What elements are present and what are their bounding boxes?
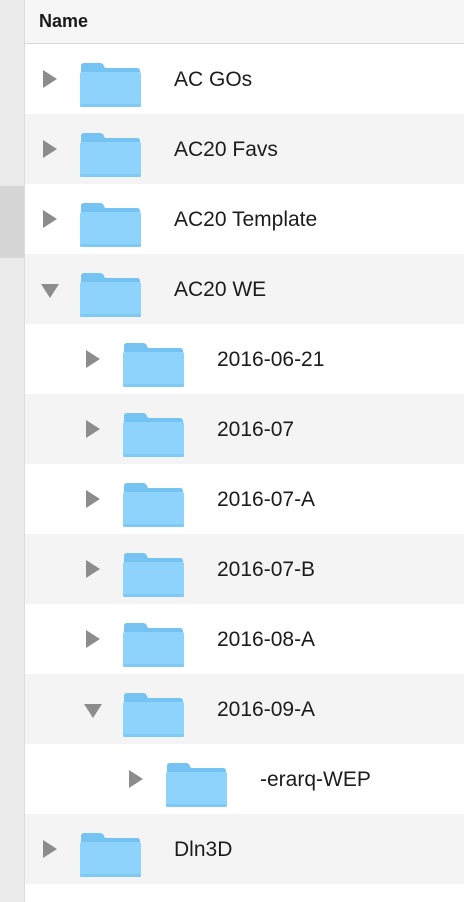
folder-row[interactable]: AC GOs (25, 44, 464, 114)
folder-name: 2016-08-A (217, 628, 316, 651)
disclosure-triangle-right-icon[interactable] (43, 840, 57, 858)
sidebar-scroll-thumb[interactable] (0, 186, 24, 258)
disclosure-triangle-right-icon[interactable] (86, 560, 100, 578)
folder-name: -erarq-WEP (260, 768, 371, 791)
folder-name: AC20 Favs (174, 138, 278, 161)
folder-name: Dln3D (174, 838, 233, 861)
folder-icon (122, 550, 184, 598)
disclosure-triangle-down-icon[interactable] (84, 704, 102, 718)
folder-row[interactable]: 2016-08-A (25, 604, 464, 674)
folder-row[interactable]: Dln3D (25, 814, 464, 884)
disclosure-triangle-right-icon[interactable] (43, 210, 57, 228)
disclosure-triangle-right-icon[interactable] (86, 490, 100, 508)
column-header-label: Name (39, 11, 89, 31)
folder-name: AC20 Template (174, 208, 318, 231)
folder-row[interactable]: 2016-07 (25, 394, 464, 464)
file-list: AC GOs AC20 Favs AC20 Template AC20 WE 2016-… (25, 44, 464, 884)
folder-icon (79, 60, 141, 108)
folder-icon (122, 340, 184, 388)
sidebar-edge (0, 0, 25, 902)
folder-icon (122, 620, 184, 668)
folder-row[interactable]: 2016-07-B (25, 534, 464, 604)
folder-row[interactable]: -erarq-WEP (25, 744, 464, 814)
folder-name: 2016-09-A (217, 698, 316, 721)
folder-name: AC20 WE (174, 278, 267, 301)
folder-icon (79, 830, 141, 878)
folder-icon (79, 200, 141, 248)
disclosure-triangle-right-icon[interactable] (86, 420, 100, 438)
folder-name: 2016-07 (217, 418, 295, 441)
folder-icon (165, 760, 227, 808)
folder-row[interactable]: AC20 WE (25, 254, 464, 324)
folder-icon (122, 410, 184, 458)
folder-icon (79, 270, 141, 318)
folder-row[interactable]: AC20 Template (25, 184, 464, 254)
folder-icon (122, 690, 184, 738)
folder-name: 2016-06-21 (217, 348, 325, 371)
disclosure-triangle-right-icon[interactable] (86, 630, 100, 648)
folder-name: 2016-07-B (217, 558, 316, 581)
folder-name: AC GOs (174, 68, 253, 91)
folder-row[interactable]: AC20 Favs (25, 114, 464, 184)
disclosure-triangle-right-icon[interactable] (129, 770, 143, 788)
column-header-name[interactable]: Name (25, 0, 464, 44)
folder-row[interactable]: 2016-07-A (25, 464, 464, 534)
folder-row[interactable]: 2016-09-A (25, 674, 464, 744)
disclosure-triangle-right-icon[interactable] (86, 350, 100, 368)
folder-icon (79, 130, 141, 178)
disclosure-triangle-right-icon[interactable] (43, 70, 57, 88)
folder-name: 2016-07-A (217, 488, 316, 511)
folder-row[interactable]: 2016-06-21 (25, 324, 464, 394)
disclosure-triangle-right-icon[interactable] (43, 140, 57, 158)
folder-icon (122, 480, 184, 528)
disclosure-triangle-down-icon[interactable] (41, 284, 59, 298)
